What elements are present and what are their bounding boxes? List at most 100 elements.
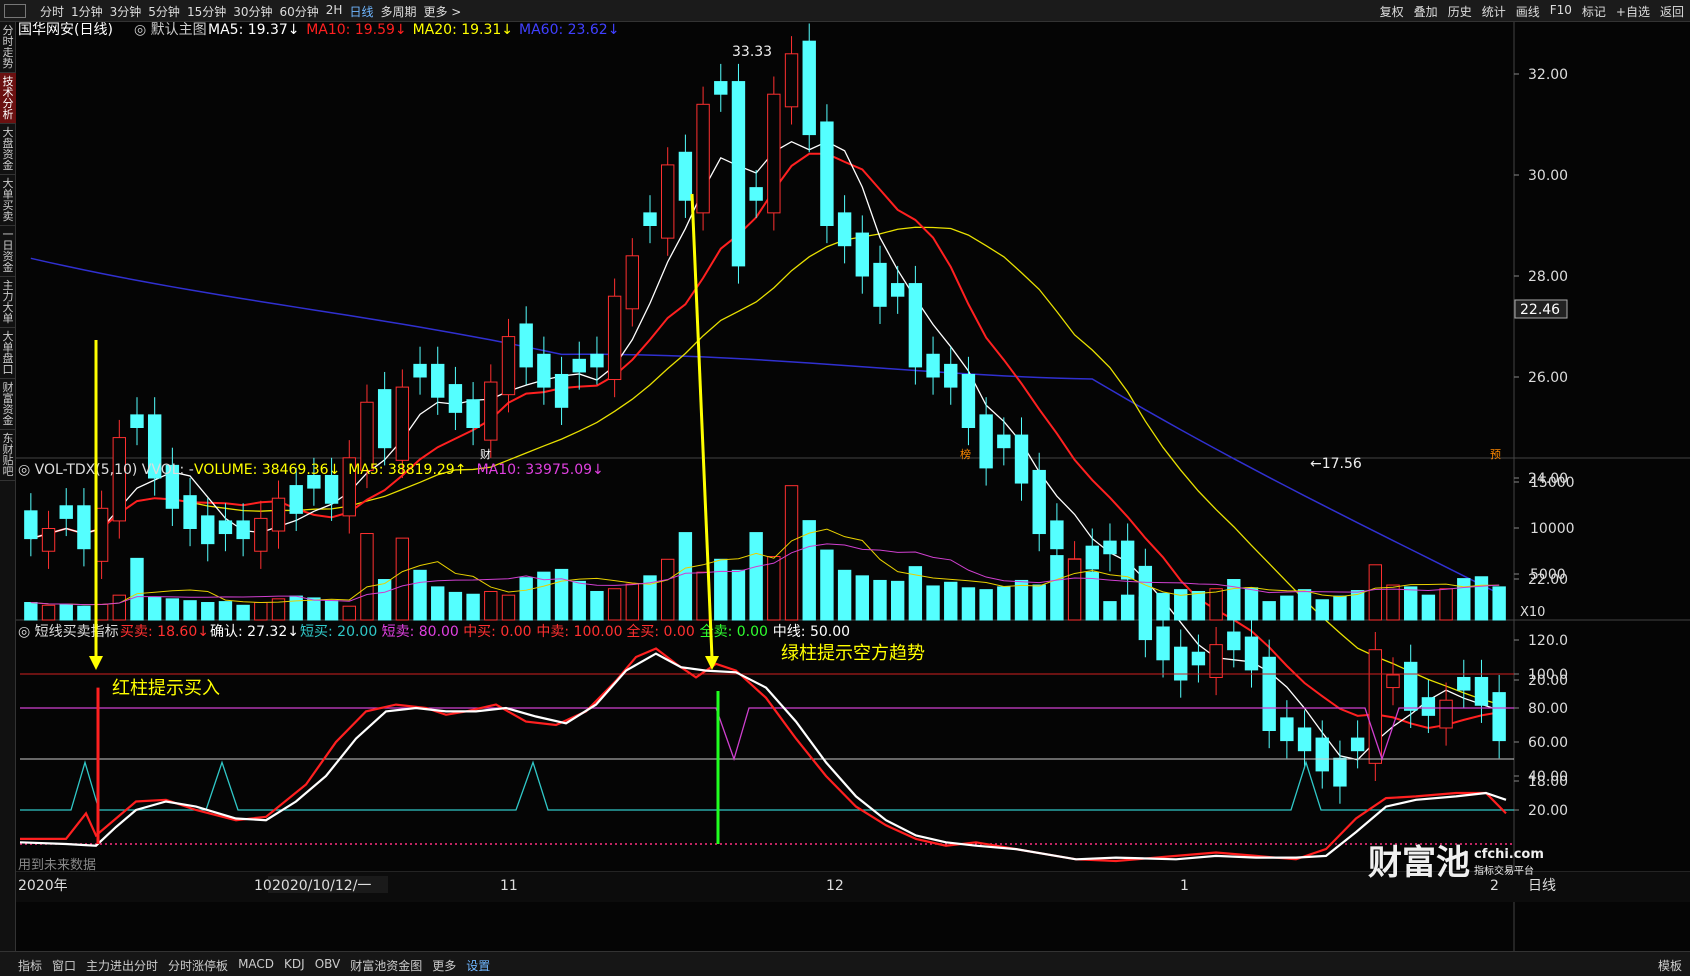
indicator-tab-4[interactable]: MACD [238,957,274,974]
candle-body [448,384,463,413]
ma-legend-0: MA5: 19.37↓ [208,22,300,38]
candle-body [961,373,976,429]
indicator-tab-7[interactable]: 财富池资金图 [350,957,422,974]
tool-item-7[interactable]: +自选 [1616,3,1650,20]
period-tab-10[interactable]: 更多 > [423,3,461,20]
indicator-tab-1[interactable]: 窗口 [52,957,76,974]
stock-chart[interactable]: 32.0030.0028.0026.0024.0022.0020.0018.00… [16,22,1690,951]
candle-body [501,336,516,396]
indicator-tab-6[interactable]: OBV [315,957,341,974]
candle-body [130,414,144,428]
template-label: ◎ 默认主图 [134,22,207,38]
sidebar-item-6[interactable]: 大单盘口 [0,328,16,379]
watermark-domain: cfchi.com [1474,847,1544,862]
template-button[interactable]: 模板 [1658,957,1682,974]
candle-body [41,528,56,552]
volume-bar [413,569,427,621]
volume-bar [1156,592,1170,621]
ma-legend-3: MA60: 23.62↓ [519,22,619,38]
volume-bar [1297,589,1312,621]
indicator-tab-8[interactable]: 更多 [432,957,456,974]
volume-title: ◎ VOL-TDX(5,10) VVOL: - [18,462,194,478]
period-tab-3[interactable]: 5分钟 [148,3,180,20]
period-tab-4[interactable]: 15分钟 [187,3,226,20]
volume-bar [59,603,73,621]
sidebar-item-5[interactable]: 主力大单 [0,277,16,328]
sidebar-item-8[interactable]: 东财贴吧 [0,430,16,481]
volume-bar [767,556,781,621]
y-tick-label: 100.0 [1528,667,1568,683]
bear-annotation: 绿柱提示空方趋势 [781,643,925,664]
period-tab-6[interactable]: 60分钟 [280,3,319,20]
volume-bar [661,558,675,621]
volume-legend-2: MA10: 33975.09↓ [477,462,604,478]
indicator-tab-5[interactable]: KDJ [284,957,305,974]
indicator-tab-9[interactable]: 设置 [466,957,490,974]
candle-body [324,474,339,504]
volume-bar [1492,586,1506,621]
ma-legend-1: MA10: 19.59↓ [306,22,406,38]
current-price-label: 22.46 [1520,302,1560,318]
sidebar-item-7[interactable]: 财富资金 [0,379,16,430]
period-tab-2[interactable]: 3分钟 [110,3,142,20]
period-tab-1[interactable]: 1分钟 [71,3,103,20]
window-icon[interactable] [4,4,26,18]
tool-item-8[interactable]: 返回 [1660,3,1684,20]
period-tab-0[interactable]: 分时 [40,3,64,20]
tool-item-2[interactable]: 历史 [1448,3,1472,20]
indicator-tab-2[interactable]: 主力进出分时 [86,957,158,974]
candle-body [395,386,410,461]
period-tab-7[interactable]: 2H [326,3,343,20]
candle-body [1368,649,1383,764]
y-tick-label: 15000 [1530,475,1575,491]
indicator-tab-0[interactable]: 指标 [18,957,42,974]
sidebar-item-2[interactable]: 大盘资金 [0,124,16,175]
indicator-legend-2: 短买: 20.00 [300,624,377,640]
volume-bar [165,598,180,621]
tool-item-3[interactable]: 统计 [1482,3,1506,20]
y-tick-label: 28.00 [1528,269,1568,285]
candle-body [59,505,73,519]
candle-body [802,40,816,136]
indicator-legend-5: 中卖: 100.00 [536,624,622,640]
y-tick-label: 20.00 [1528,803,1568,819]
candle-body [890,283,905,297]
sidebar-item-4[interactable]: 一日资金 [0,226,16,277]
event-marker: 榜 [960,447,971,461]
volume-bar [944,581,958,621]
tool-item-4[interactable]: 画线 [1516,3,1540,20]
candle-body [1209,644,1223,678]
indicator-legend-1: 确认: 27.32↓ [210,624,299,640]
indicator-tab-3[interactable]: 分时涨停板 [168,957,228,974]
sidebar-item-3[interactable]: 大单买卖 [0,175,16,226]
candle-body [254,517,268,552]
candle-body [643,212,657,226]
tool-item-6[interactable]: 标记 [1582,3,1606,20]
volume-bar [360,533,374,621]
sidebar-item-0[interactable]: 分时走势 [0,22,16,73]
candle-body [1333,757,1347,787]
period-tab-5[interactable]: 30分钟 [233,3,272,20]
tool-item-5[interactable]: F10 [1550,3,1572,20]
period-tab-8[interactable]: 日线 [349,3,373,20]
candle-body [625,255,640,310]
candle-body [112,437,126,522]
volume-bar [1439,588,1453,621]
volume-bar [1014,579,1029,621]
buy-annotation: 红柱提示买入 [112,678,220,699]
candle-body [731,81,746,267]
tool-item-1[interactable]: 叠加 [1414,3,1438,20]
candle-body [1350,737,1365,752]
stock-title: 国华网安(日线) [18,22,113,38]
volume-bar [77,605,91,621]
event-marker: 财 [480,447,491,461]
candle-body [377,389,392,449]
volume-bar [890,580,905,621]
volume-bar [448,591,463,621]
tool-item-0[interactable]: 复权 [1380,3,1404,20]
volume-bar [607,588,622,621]
volume-bar [1421,594,1436,621]
period-tab-9[interactable]: 多周期 [380,3,416,20]
candle-body [837,212,852,247]
sidebar-item-1[interactable]: 技术分析 [0,73,16,124]
